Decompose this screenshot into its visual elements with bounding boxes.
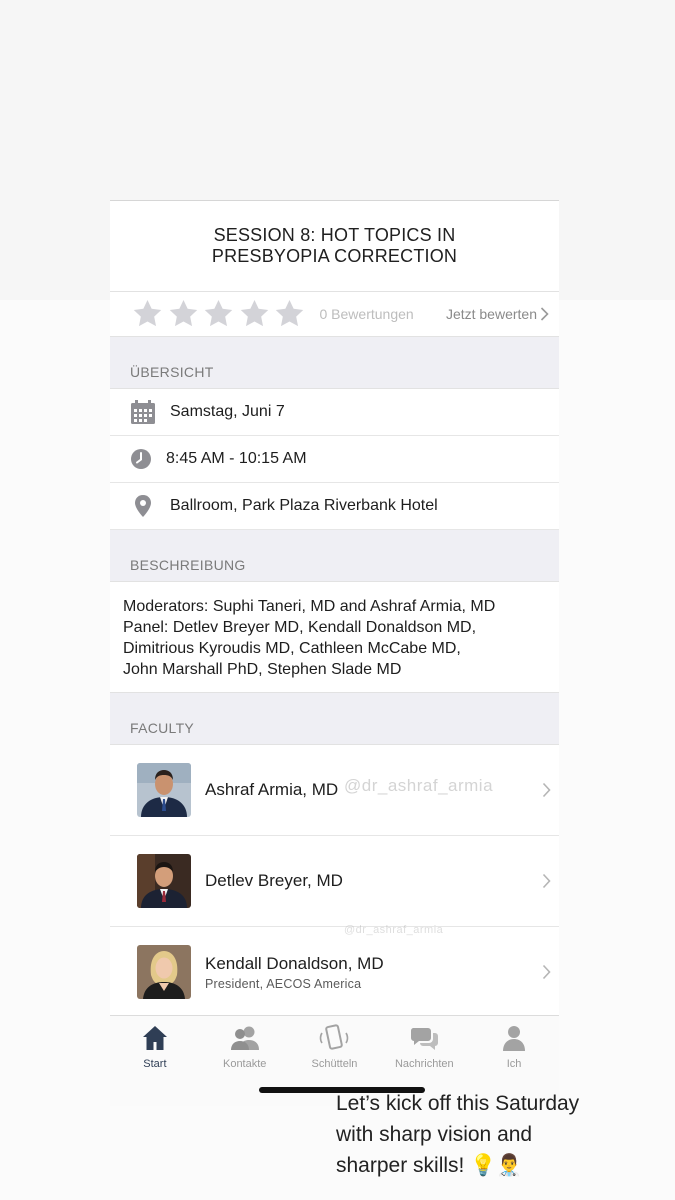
description-line: Moderators: Suphi Taneri, MD and Ashraf … — [123, 598, 496, 615]
star-icon[interactable] — [130, 298, 165, 330]
session-location: Ballroom, Park Plaza Riverbank Hotel — [170, 497, 438, 514]
home-icon — [142, 1026, 167, 1050]
chevron-right-icon — [542, 873, 551, 889]
tab-label: Nachrichten — [394, 1058, 454, 1070]
avatar — [137, 763, 191, 817]
messages-icon — [411, 1028, 439, 1050]
calendar-icon — [130, 399, 156, 425]
date-row: Samstag, Juni 7 — [110, 389, 559, 436]
overview-header: ÜBERSICHT — [110, 337, 559, 389]
faculty-header: FACULTY — [110, 693, 559, 745]
caption-line: with sharp vision and — [336, 1123, 533, 1146]
session-title: SESSION 8: HOT TOPICS IN PRESBYOPIA CORR… — [110, 201, 559, 292]
rate-now-link[interactable]: Jetzt bewerten — [446, 306, 549, 322]
avatar — [137, 854, 191, 908]
faculty-name: Detlev Breyer, MD — [205, 871, 343, 890]
session-title-line-1: SESSION 8: HOT TOPICS IN — [213, 225, 456, 245]
avatar — [137, 945, 191, 999]
watermark-handle: @dr_ashraf_armia — [344, 776, 494, 795]
shake-phone-icon — [320, 1024, 349, 1050]
star-icon[interactable] — [237, 298, 272, 330]
rating-row: 0 Bewertungen Jetzt bewerten — [110, 292, 559, 337]
description-line: John Marshall PhD, Stephen Slade MD — [123, 661, 402, 678]
faculty-item[interactable]: Detlev Breyer, MD — [110, 836, 559, 927]
caption-line: sharper skills! 💡👨‍⚕️ — [336, 1154, 523, 1177]
star-icon[interactable] — [201, 298, 236, 330]
star-rating[interactable] — [130, 298, 308, 330]
faculty-item[interactable]: Kendall Donaldson, MD President, AECOS A… — [110, 927, 559, 1018]
location-pin-icon — [130, 493, 156, 519]
clock-icon — [128, 446, 154, 472]
tab-label: Ich — [506, 1058, 522, 1070]
session-time: 8:45 AM - 10:15 AM — [166, 450, 307, 467]
description-line: Panel: Detlev Breyer MD, Kendall Donalds… — [123, 619, 477, 636]
caption-line: Let’s kick off this Saturday — [336, 1092, 580, 1115]
rating-count: 0 Bewertungen — [319, 306, 414, 322]
faculty-subtitle: President, AECOS America — [205, 976, 362, 991]
tab-label: Kontakte — [222, 1058, 267, 1070]
session-title-line-2: PRESBYOPIA CORRECTION — [211, 246, 458, 266]
location-row[interactable]: Ballroom, Park Plaza Riverbank Hotel — [110, 483, 559, 530]
star-icon[interactable] — [272, 298, 307, 330]
chevron-right-icon — [540, 307, 549, 321]
session-detail-screen: SESSION 8: HOT TOPICS IN PRESBYOPIA CORR… — [110, 200, 559, 1106]
description-header: BESCHREIBUNG — [110, 530, 559, 582]
tab-label: Start — [143, 1058, 167, 1070]
tab-label: Schütteln — [311, 1058, 358, 1070]
contacts-icon — [230, 1026, 259, 1050]
session-date: Samstag, Juni 7 — [170, 403, 285, 420]
faculty-name: Ashraf Armia, MD — [205, 780, 339, 799]
faculty-name: Kendall Donaldson, MD — [205, 953, 384, 973]
time-row: 8:45 AM - 10:15 AM — [110, 436, 559, 483]
chevron-right-icon — [542, 964, 551, 980]
profile-icon — [503, 1026, 526, 1051]
story-caption: Let’s kick off this Saturday with sharp … — [336, 1088, 579, 1181]
chevron-right-icon — [542, 782, 551, 798]
description-line: Dimitrious Kyroudis MD, Cathleen McCabe … — [123, 640, 461, 657]
tab-start[interactable]: Start — [110, 1016, 200, 1106]
watermark-handle-small: @dr_ashraf_armia — [344, 924, 444, 936]
star-icon[interactable] — [166, 298, 201, 330]
rate-now-label: Jetzt bewerten — [445, 306, 537, 322]
session-description: Moderators: Suphi Taneri, MD and Ashraf … — [110, 582, 559, 693]
